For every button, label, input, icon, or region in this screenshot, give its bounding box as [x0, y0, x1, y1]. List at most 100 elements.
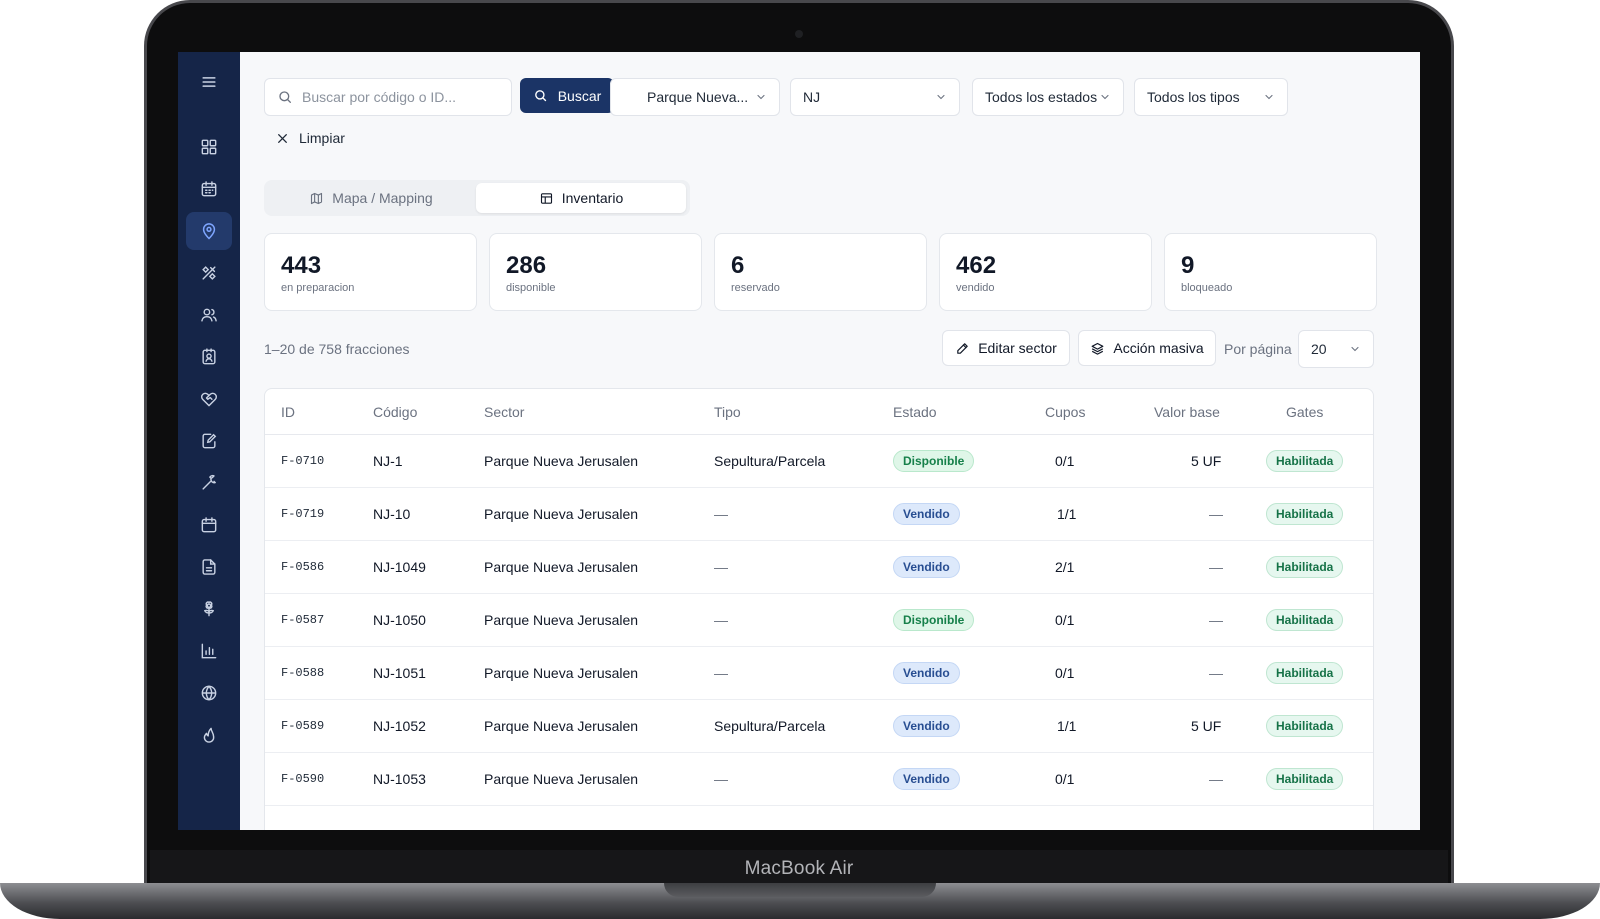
park-select-value: Parque Nueva... — [647, 89, 749, 105]
type-select-value: Todos los tipos — [1147, 89, 1240, 105]
row-sector: Parque Nueva Jerusalen — [484, 559, 639, 575]
row-base-value: 5 UF — [1191, 718, 1222, 734]
table-row[interactable]: F-0590 NJ-1053 Parque Nueva Jerusalen — … — [265, 753, 1373, 806]
row-type: — — [714, 559, 728, 575]
sidebar-item-files[interactable] — [186, 548, 232, 586]
table-row[interactable]: F-0586 NJ-1049 Parque Nueva Jerusalen — … — [265, 541, 1373, 594]
bar-chart-icon — [201, 643, 217, 659]
row-base-value: — — [1209, 771, 1223, 787]
stat-card-available: 286 disponible — [489, 233, 702, 311]
app-screen: Buscar Parque Nueva... NJ Todos los esta… — [178, 52, 1420, 830]
edit-sector-label: Editar sector — [978, 340, 1057, 356]
sidebar-item-users[interactable] — [186, 296, 232, 334]
tab-inventory-label: Inventario — [561, 190, 624, 206]
row-slots: 0/1 — [1055, 453, 1075, 469]
table-row[interactable]: F-0589 NJ-1052 Parque Nueva Jerusalen Se… — [265, 700, 1373, 753]
contact-card-icon — [202, 348, 216, 365]
sidebar-item-tools[interactable] — [186, 254, 232, 292]
column-header-id[interactable]: ID — [281, 404, 295, 420]
row-slots: 1/1 — [1057, 506, 1077, 522]
per-page-select[interactable]: 20 — [1298, 330, 1374, 368]
laptop-notch — [664, 883, 936, 897]
column-header-code[interactable]: Código — [373, 404, 417, 420]
clear-filters-button[interactable]: Limpiar — [276, 130, 345, 146]
sidebar-item-flowers[interactable] — [186, 590, 232, 628]
row-base-value: 5 UF — [1191, 453, 1222, 469]
row-id: F-0588 — [281, 666, 325, 680]
search-input[interactable] — [302, 89, 502, 105]
flower-icon — [204, 601, 214, 617]
pencil-icon — [957, 342, 968, 354]
row-slots: 1/1 — [1057, 718, 1077, 734]
tools-icon — [202, 266, 216, 280]
sidebar-item-schedule[interactable] — [186, 506, 232, 544]
table-row[interactable]: F-0719 NJ-10 Parque Nueva Jerusalen — Ve… — [265, 488, 1373, 541]
status-select[interactable]: Todos los estados — [972, 78, 1124, 116]
table-row[interactable] — [265, 806, 1373, 830]
map-icon — [311, 192, 323, 204]
sidebar-item-web[interactable] — [186, 674, 232, 712]
table-row[interactable]: F-0588 NJ-1051 Parque Nueva Jerusalen — … — [265, 647, 1373, 700]
search-button-label: Buscar — [557, 87, 602, 104]
row-slots: 0/1 — [1055, 612, 1075, 628]
tab-map[interactable]: Mapa / Mapping — [268, 183, 474, 213]
results-count: 1–20 de 758 fracciones — [264, 341, 410, 357]
column-header-slots[interactable]: Cupos — [1045, 404, 1085, 420]
row-sector: Parque Nueva Jerusalen — [484, 718, 639, 734]
sidebar-item-contacts[interactable] — [186, 338, 232, 376]
search-icon — [279, 91, 291, 103]
chevron-down-icon — [757, 94, 765, 100]
bulk-action-button[interactable]: Acción masiva — [1078, 330, 1216, 366]
column-header-gates[interactable]: Gates — [1286, 404, 1323, 420]
camera — [795, 30, 803, 38]
row-id: F-0586 — [281, 560, 325, 574]
tab-inventory[interactable]: Inventario — [476, 183, 686, 213]
sidebar-item-agreements[interactable] — [186, 380, 232, 418]
edit-sector-button[interactable]: Editar sector — [942, 330, 1070, 366]
type-select[interactable]: Todos los tipos — [1134, 78, 1288, 116]
row-id: F-0590 — [281, 772, 325, 786]
sector-select[interactable]: NJ — [790, 78, 960, 116]
column-header-sector[interactable]: Sector — [484, 404, 524, 420]
chevron-down-icon — [1265, 94, 1273, 100]
stat-value: 462 — [956, 252, 997, 279]
sidebar-item-dashboard[interactable] — [186, 128, 232, 166]
status-badge: Vendido — [893, 503, 960, 525]
column-header-type[interactable]: Tipo — [714, 404, 741, 420]
row-type: Sepultura/Parcela — [714, 718, 826, 734]
sidebar-item-maintenance[interactable] — [186, 464, 232, 502]
status-badge: Vendido — [893, 768, 960, 790]
sidebar-item-documents-edit[interactable] — [186, 422, 232, 460]
stat-card-sold: 462 vendido — [939, 233, 1152, 311]
search-box[interactable] — [264, 78, 512, 116]
search-button[interactable]: Buscar — [520, 78, 614, 113]
per-page-value: 20 — [1311, 341, 1327, 357]
row-type: — — [714, 506, 728, 522]
sidebar-item-calendar[interactable] — [186, 170, 232, 208]
table-row[interactable]: F-0587 NJ-1050 Parque Nueva Jerusalen — … — [265, 594, 1373, 647]
column-header-status[interactable]: Estado — [893, 404, 937, 420]
users-icon — [201, 308, 217, 322]
edit-document-icon — [202, 433, 217, 449]
table-row[interactable]: F-0710 NJ-1 Parque Nueva Jerusalen Sepul… — [265, 435, 1373, 488]
device-brand: MacBook Air — [744, 858, 854, 879]
layers-icon — [1091, 342, 1104, 355]
flame-icon — [203, 727, 215, 743]
row-slots: 2/1 — [1055, 559, 1075, 575]
map-pin-icon — [202, 223, 216, 240]
park-select[interactable]: Parque Nueva... — [610, 78, 780, 116]
row-sector: Parque Nueva Jerusalen — [484, 665, 639, 681]
column-header-base-value[interactable]: Valor base — [1154, 404, 1220, 420]
sidebar-item-map[interactable] — [186, 212, 232, 250]
row-code: NJ-1 — [373, 453, 403, 469]
device-mockup: MacBook Air Buscar por código o ID... Bu… — [0, 0, 1600, 919]
sidebar-item-reports[interactable] — [186, 632, 232, 670]
sidebar — [178, 52, 240, 830]
menu-button[interactable] — [186, 63, 232, 101]
sidebar-item-cremation[interactable] — [186, 716, 232, 754]
dashboard-icon — [201, 139, 217, 155]
gates-badge: Habilitada — [1266, 450, 1344, 472]
row-id: F-0710 — [281, 454, 325, 468]
stat-card-reserved: 6 reservado — [714, 233, 927, 311]
row-sector: Parque Nueva Jerusalen — [484, 612, 639, 628]
